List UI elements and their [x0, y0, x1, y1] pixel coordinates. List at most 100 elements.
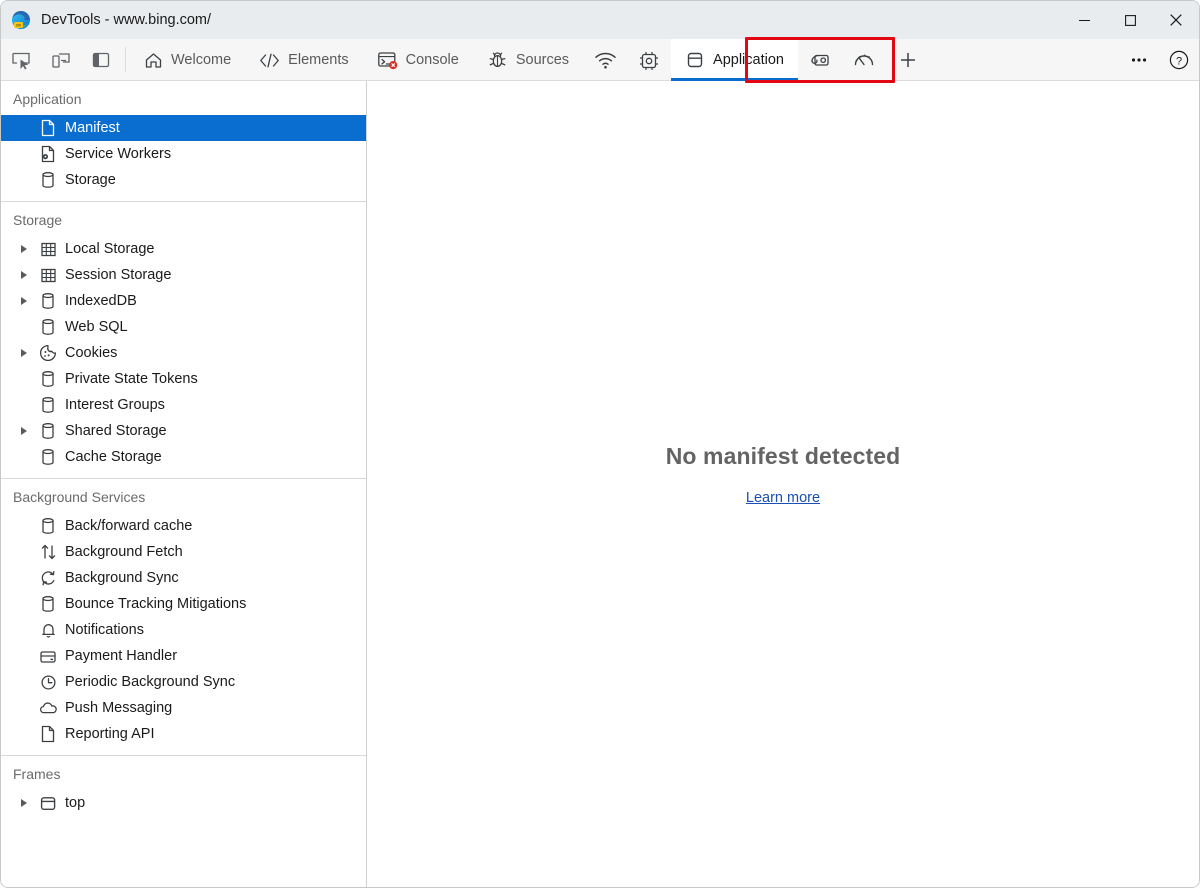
- sidebar-item-session-storage[interactable]: Session Storage: [1, 262, 366, 288]
- cookie-icon: [35, 344, 61, 362]
- application-storage-icon: [685, 50, 705, 70]
- device-emulation-icon[interactable]: [41, 39, 81, 81]
- memory-icon: [808, 50, 832, 70]
- tab-console[interactable]: Console: [363, 39, 473, 81]
- more-tools-button[interactable]: [1119, 39, 1159, 81]
- sidebar-item-shared-storage[interactable]: Shared Storage: [1, 418, 366, 444]
- tab-network[interactable]: [583, 39, 627, 81]
- sidebar-item-cache-storage[interactable]: Cache Storage: [1, 444, 366, 470]
- cloud-icon: [35, 701, 61, 716]
- sidebar-item-interest-groups[interactable]: Interest Groups: [1, 392, 366, 418]
- database-icon: [35, 370, 61, 388]
- wifi-icon: [594, 50, 617, 70]
- minimize-button[interactable]: [1061, 1, 1107, 39]
- sidebar-item-notifications[interactable]: Notifications: [1, 617, 366, 643]
- sidebar-section-frames: Frames top: [1, 756, 366, 824]
- sidebar-item-label: Push Messaging: [65, 700, 173, 716]
- svg-text:on: on: [16, 23, 22, 28]
- tab-lighthouse[interactable]: [842, 39, 886, 81]
- database-icon: [35, 448, 61, 466]
- database-icon: [35, 171, 61, 189]
- expand-arrow[interactable]: [13, 271, 35, 279]
- sidebar-item-periodic-background-sync[interactable]: Periodic Background Sync: [1, 669, 366, 695]
- sidebar-item-label: Shared Storage: [65, 423, 167, 439]
- application-sidebar[interactable]: Application Manifest Service Workers Sto…: [1, 81, 367, 887]
- manifest-panel: No manifest detected Learn more: [367, 81, 1199, 887]
- sidebar-item-top-frame[interactable]: top: [1, 790, 366, 816]
- sidebar-item-web-sql[interactable]: Web SQL: [1, 314, 366, 340]
- sidebar-item-local-storage[interactable]: Local Storage: [1, 236, 366, 262]
- sidebar-item-indexeddb[interactable]: IndexedDB: [1, 288, 366, 314]
- sidebar-item-label: Background Fetch: [65, 544, 183, 560]
- maximize-button[interactable]: [1107, 1, 1153, 39]
- sidebar-item-bounce-tracking-mitigations[interactable]: Bounce Tracking Mitigations: [1, 591, 366, 617]
- devtools-toolbar: Welcome Elements Console Sources Applica…: [1, 37, 1199, 83]
- title-bar-left: on DevTools - www.bing.com/: [1, 10, 211, 30]
- toolbar-divider-left: [125, 47, 126, 72]
- sidebar-section-storage: Storage Local Storage Session Storage In…: [1, 202, 366, 479]
- devtools-body: Application Manifest Service Workers Sto…: [1, 81, 1199, 887]
- sidebar-item-manifest[interactable]: Manifest: [1, 115, 366, 141]
- sidebar-item-back-forward-cache[interactable]: Back/forward cache: [1, 513, 366, 539]
- sidebar-item-reporting-api[interactable]: Reporting API: [1, 721, 366, 747]
- sidebar-item-service-workers[interactable]: Service Workers: [1, 141, 366, 167]
- sidebar-item-background-fetch[interactable]: Background Fetch: [1, 539, 366, 565]
- clock-icon: [35, 674, 61, 691]
- sidebar-item-push-messaging[interactable]: Push Messaging: [1, 695, 366, 721]
- expand-arrow[interactable]: [13, 427, 35, 435]
- edge-devtools-logo-icon: on: [11, 10, 31, 30]
- svg-text:?: ?: [1176, 55, 1182, 67]
- sidebar-item-label: Session Storage: [65, 267, 172, 283]
- help-button[interactable]: ?: [1159, 39, 1199, 81]
- credit-card-icon: [35, 648, 61, 665]
- table-grid-icon: [35, 267, 61, 284]
- tab-performance[interactable]: [627, 39, 671, 81]
- tab-memory[interactable]: [798, 39, 842, 81]
- expand-arrow[interactable]: [13, 799, 35, 807]
- sidebar-item-payment-handler[interactable]: Payment Handler: [1, 643, 366, 669]
- tab-elements[interactable]: Elements: [245, 39, 362, 81]
- tab-sources[interactable]: Sources: [473, 39, 583, 81]
- sidebar-item-label: Bounce Tracking Mitigations: [65, 596, 247, 612]
- dock-panel-icon[interactable]: [81, 39, 121, 81]
- learn-more-link[interactable]: Learn more: [746, 490, 820, 506]
- expand-arrow[interactable]: [13, 297, 35, 305]
- plus-icon: [898, 50, 918, 70]
- sidebar-item-private-state-tokens[interactable]: Private State Tokens: [1, 366, 366, 392]
- panel-tabs: Welcome Elements Console Sources Applica…: [130, 39, 930, 81]
- empty-state-title: No manifest detected: [665, 443, 901, 469]
- tab-application[interactable]: Application: [671, 39, 798, 81]
- sidebar-item-background-sync[interactable]: Background Sync: [1, 565, 366, 591]
- add-panel-button[interactable]: [886, 39, 930, 81]
- bell-icon: [35, 621, 61, 639]
- tab-label: Application: [713, 52, 784, 68]
- title-bar: on DevTools - www.bing.com/: [1, 1, 1199, 39]
- section-title: Background Services: [13, 489, 146, 505]
- tab-welcome[interactable]: Welcome: [130, 39, 245, 81]
- arrows-up-down-icon: [35, 543, 61, 561]
- expand-arrow[interactable]: [13, 349, 35, 357]
- close-button[interactable]: [1153, 1, 1199, 39]
- tab-label: Sources: [515, 52, 570, 68]
- sidebar-item-cookies[interactable]: Cookies: [1, 340, 366, 366]
- inspect-cursor-icon[interactable]: [1, 39, 41, 81]
- bug-icon: [487, 50, 508, 70]
- expand-arrow[interactable]: [13, 245, 35, 253]
- database-icon: [35, 292, 61, 310]
- section-title: Frames: [13, 766, 61, 782]
- tab-label: Welcome: [171, 52, 232, 68]
- table-grid-icon: [35, 241, 61, 258]
- cpu-chip-icon: [638, 50, 660, 71]
- sidebar-item-label: Notifications: [65, 622, 144, 638]
- sidebar-item-label: Interest Groups: [65, 397, 165, 413]
- sidebar-item-label: Background Sync: [65, 570, 179, 586]
- sidebar-item-label: top: [65, 795, 86, 811]
- toolbar-left-tools: [1, 39, 121, 80]
- sidebar-item-label: Back/forward cache: [65, 518, 193, 534]
- sidebar-item-label: Private State Tokens: [65, 371, 198, 387]
- devtools-window: on DevTools - www.bing.com/ Welcome Elem…: [0, 0, 1200, 888]
- sync-circle-icon: [35, 569, 61, 587]
- document-icon: [35, 725, 61, 743]
- sidebar-item-storage[interactable]: Storage: [1, 167, 366, 193]
- database-icon: [35, 595, 61, 613]
